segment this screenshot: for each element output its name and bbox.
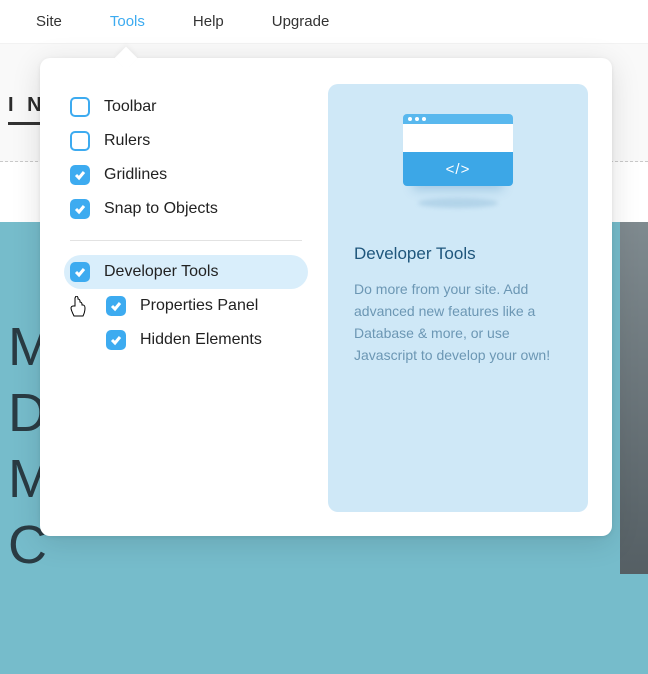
check-row-properties[interactable]: Properties Panel bbox=[64, 289, 308, 323]
checkbox-devtools[interactable] bbox=[70, 262, 90, 282]
checkbox-rulers[interactable] bbox=[70, 131, 90, 151]
checkbox-properties[interactable] bbox=[106, 296, 126, 316]
check-row-snap[interactable]: Snap to Objects bbox=[64, 192, 308, 226]
checkbox-snap[interactable] bbox=[70, 199, 90, 219]
check-label-snap: Snap to Objects bbox=[104, 200, 218, 218]
check-label-properties: Properties Panel bbox=[140, 297, 258, 315]
illustration-shadow bbox=[418, 198, 498, 208]
menu-upgrade[interactable]: Upgrade bbox=[272, 13, 330, 30]
check-label-toolbar: Toolbar bbox=[104, 98, 156, 116]
check-label-gridlines: Gridlines bbox=[104, 166, 167, 184]
browser-mock-icon: </> bbox=[403, 114, 513, 186]
menu-site[interactable]: Site bbox=[36, 13, 62, 30]
checkbox-hidden[interactable] bbox=[106, 330, 126, 350]
top-menubar: Site Tools Help Upgrade bbox=[0, 0, 648, 44]
browser-mock-titlebar bbox=[403, 114, 513, 124]
check-label-rulers: Rulers bbox=[104, 132, 150, 150]
info-card: </> Developer Tools Do more from your si… bbox=[328, 84, 588, 512]
tools-dropdown-panel: Toolbar Rulers Gridlines Snap to Objects bbox=[40, 58, 612, 536]
backdrop-image-edge bbox=[620, 222, 648, 574]
check-row-rulers[interactable]: Rulers bbox=[64, 124, 308, 158]
tools-checklist: Toolbar Rulers Gridlines Snap to Objects bbox=[64, 84, 328, 512]
checkbox-gridlines[interactable] bbox=[70, 165, 90, 185]
check-label-devtools: Developer Tools bbox=[104, 263, 218, 281]
check-row-devtools[interactable]: Developer Tools bbox=[64, 255, 308, 289]
info-card-title: Developer Tools bbox=[354, 244, 476, 264]
checkbox-toolbar[interactable] bbox=[70, 97, 90, 117]
menu-help[interactable]: Help bbox=[193, 13, 224, 30]
check-row-toolbar[interactable]: Toolbar bbox=[64, 90, 308, 124]
menu-tools[interactable]: Tools bbox=[110, 13, 145, 30]
browser-mock-body bbox=[403, 124, 513, 152]
info-card-body: Do more from your site. Add advanced new… bbox=[354, 278, 562, 366]
check-row-gridlines[interactable]: Gridlines bbox=[64, 158, 308, 192]
code-icon: </> bbox=[403, 152, 513, 186]
checklist-divider bbox=[70, 240, 302, 241]
check-row-hidden[interactable]: Hidden Elements bbox=[64, 323, 308, 357]
devtools-illustration: </> bbox=[403, 114, 513, 208]
check-label-hidden: Hidden Elements bbox=[140, 331, 262, 349]
